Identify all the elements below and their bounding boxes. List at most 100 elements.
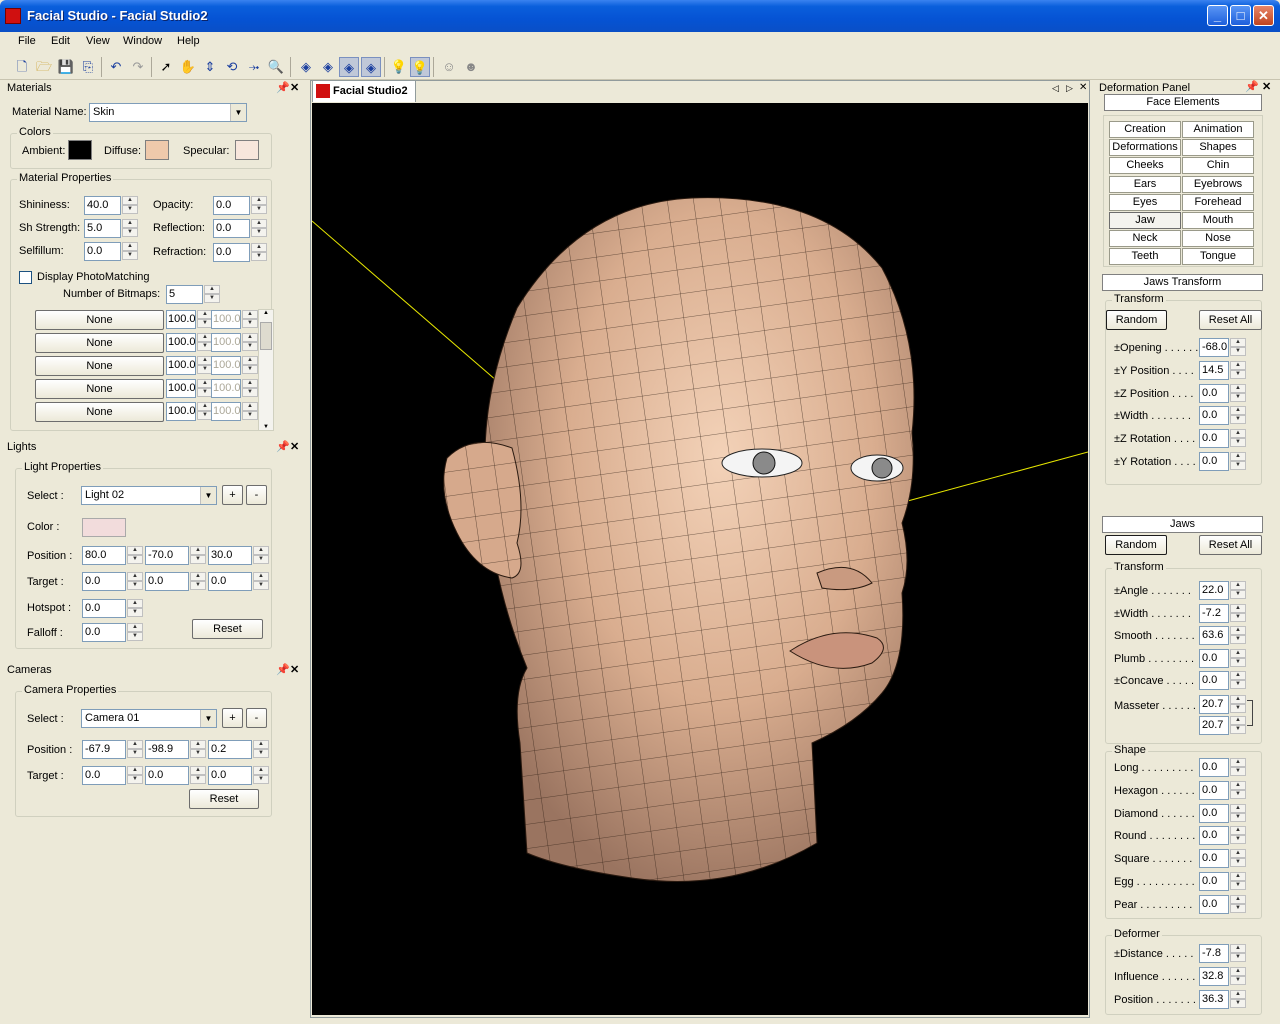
tab-facial-studio2[interactable]: Facial Studio2 <box>312 80 416 102</box>
jaws-transform-row-spinner[interactable]: ▲ ▼ <box>1230 383 1246 403</box>
bitmap-button[interactable]: None <box>35 379 164 399</box>
camera-target-z-spinner[interactable]: ▲ ▼ <box>253 766 269 785</box>
sh-strength-spinner[interactable]: ▲ ▼ <box>122 219 138 238</box>
new-file-icon[interactable]: 🗋 <box>12 57 32 77</box>
shape-row-input[interactable]: 0.0 <box>1199 803 1229 823</box>
light-position-y-spinner[interactable]: ▲ ▼ <box>190 546 206 565</box>
face-element-teeth[interactable]: Teeth <box>1109 248 1181 266</box>
add-camera-button[interactable]: + <box>222 708 243 728</box>
remove-light-button[interactable]: - <box>246 485 267 505</box>
jaws-transform-reset-all-button[interactable]: Reset All <box>1199 310 1262 330</box>
shape-row-input[interactable]: 0.0 <box>1199 894 1229 914</box>
light-position-y[interactable]: -70.0 <box>145 546 189 565</box>
falloff-spinner[interactable]: ▲ ▼ <box>127 623 143 642</box>
specular-swatch[interactable] <box>235 140 259 160</box>
bitmap-value2-input[interactable]: 100.0 <box>211 402 241 421</box>
refraction-spinner[interactable]: ▲ ▼ <box>251 243 267 262</box>
jaws-transform-row-spinner[interactable]: ▲ ▼ <box>1230 406 1246 425</box>
move-icon[interactable]: ⇕ <box>200 57 220 77</box>
selfillum-input[interactable]: 0.0 <box>84 242 121 261</box>
light-target-y[interactable]: 0.0 <box>145 572 189 591</box>
masseter-input-2[interactable]: 20.7 <box>1199 716 1229 735</box>
dolly-icon[interactable]: ⤞ <box>244 57 264 77</box>
masseter-spinner-1[interactable]: ▲ ▼ <box>1230 695 1246 714</box>
bitmap-button[interactable]: None <box>35 333 164 353</box>
shape-row-input[interactable]: 0.0 <box>1199 826 1229 846</box>
face-element-neck[interactable]: Neck <box>1109 230 1181 248</box>
select-arrow-icon[interactable]: ➚ <box>156 57 176 77</box>
face-element-cheeks[interactable]: Cheeks <box>1109 157 1181 175</box>
view-side-icon[interactable]: ◈ <box>318 57 338 77</box>
close-panel-icon[interactable]: ✕ <box>290 440 299 453</box>
remove-camera-button[interactable]: - <box>246 708 267 728</box>
bitmap-button[interactable]: None <box>35 402 164 422</box>
jaws-row-input[interactable]: 22.0 <box>1199 581 1229 600</box>
bitmap-value2-spinner[interactable]: ▲ ▼ <box>242 356 258 375</box>
deformer-row-input[interactable]: 32.8 <box>1199 967 1229 986</box>
light-target-z-spinner[interactable]: ▲ ▼ <box>253 572 269 591</box>
masseter-input-1[interactable]: 20.7 <box>1199 695 1229 714</box>
light-position-x[interactable]: 80.0 <box>82 546 126 565</box>
close-panel-icon[interactable]: ✕ <box>290 663 299 676</box>
light-target-x-spinner[interactable]: ▲ ▼ <box>127 572 143 591</box>
light-target-x[interactable]: 0.0 <box>82 572 126 591</box>
bitmap-value2-input[interactable]: 100.0 <box>211 356 241 375</box>
masseter-spinner-2[interactable]: ▲ ▼ <box>1230 716 1246 735</box>
ambient-swatch[interactable] <box>68 140 92 160</box>
jaws-transform-row-input[interactable]: 0.0 <box>1199 452 1229 471</box>
jaws-transform-row-input[interactable]: 0.0 <box>1199 429 1229 449</box>
save-all-icon[interactable]: ⎘ <box>78 57 98 77</box>
bitmap-value2-spinner[interactable]: ▲ ▼ <box>242 402 258 421</box>
shininess-input[interactable]: 40.0 <box>84 196 121 215</box>
refraction-input[interactable]: 0.0 <box>213 243 250 262</box>
view-perspective-icon[interactable]: ◈ <box>361 57 381 77</box>
jaws-random-button[interactable]: Random <box>1105 535 1167 555</box>
camera-target-y-spinner[interactable]: ▲ ▼ <box>190 766 206 785</box>
jaws-transform-row-spinner[interactable]: ▲ ▼ <box>1230 429 1246 448</box>
minimize-button[interactable]: _ <box>1207 5 1228 26</box>
jaws-row-spinner[interactable]: ▲ ▼ <box>1230 671 1246 690</box>
shape-row-spinner[interactable]: ▲ ▼ <box>1230 872 1246 891</box>
size-grip[interactable] <box>1262 1000 1278 1016</box>
light-reset-button[interactable]: Reset <box>192 619 263 639</box>
shape-row-spinner[interactable]: ▲ ▼ <box>1230 758 1246 777</box>
add-light-button[interactable]: + <box>222 485 243 505</box>
face-element-eyes[interactable]: Eyes <box>1109 193 1181 211</box>
bitmap-value2-spinner[interactable]: ▲ ▼ <box>242 310 258 329</box>
view-top-icon[interactable]: ◈ <box>339 57 359 77</box>
deformer-row-spinner[interactable]: ▲ ▼ <box>1230 944 1246 963</box>
camera-position-z-spinner[interactable]: ▲ ▼ <box>253 740 269 759</box>
camera-select[interactable]: Camera 01 ▼ <box>81 709 217 728</box>
camera-target-x-spinner[interactable]: ▲ ▼ <box>127 766 143 785</box>
jaws-row-input[interactable]: 63.6 <box>1199 626 1229 646</box>
bitmap-value-input[interactable]: 100.0 <box>166 379 196 398</box>
jaws-transform-row-spinner[interactable]: ▲ ▼ <box>1230 360 1246 380</box>
jaws-transform-row-input[interactable]: 0.0 <box>1199 406 1229 426</box>
menu-file[interactable]: File <box>18 35 36 47</box>
face-element-jaw[interactable]: Jaw <box>1109 212 1181 229</box>
shape-row-input[interactable]: 0.0 <box>1199 780 1229 800</box>
jaws-row-input[interactable]: -7.2 <box>1199 603 1229 623</box>
face-element-ears[interactable]: Ears <box>1109 175 1181 193</box>
num-bitmaps-spinner[interactable]: ▲ ▼ <box>204 285 220 304</box>
opacity-spinner[interactable]: ▲ ▼ <box>251 196 267 215</box>
close-panel-icon[interactable]: ✕ <box>1262 80 1271 93</box>
zoom-icon[interactable]: 🔍 <box>266 57 286 77</box>
jaws-reset-all-button[interactable]: Reset All <box>1199 535 1262 555</box>
tab-scroll-left-icon[interactable]: ◁ <box>1052 83 1059 94</box>
shape-row-input[interactable]: 0.0 <box>1199 758 1229 777</box>
bitmap-value-input[interactable]: 100.0 <box>166 310 196 329</box>
maximize-button[interactable]: □ <box>1230 5 1251 26</box>
jaws-transform-row-input[interactable]: 14.5 <box>1199 360 1229 380</box>
camera-position-y-spinner[interactable]: ▲ ▼ <box>190 740 206 759</box>
close-panel-icon[interactable]: ✕ <box>290 81 299 94</box>
jaws-row-spinner[interactable]: ▲ ▼ <box>1230 581 1246 600</box>
redo-icon[interactable]: ↷ <box>128 57 148 77</box>
sh-strength-input[interactable]: 5.0 <box>84 219 121 238</box>
bitmap-button[interactable]: None <box>35 310 164 330</box>
jaws-transform-row-input[interactable]: 0.0 <box>1199 383 1229 403</box>
light-bulb-icon[interactable]: 💡 <box>389 57 409 77</box>
open-folder-icon[interactable]: 🗁 <box>34 57 54 77</box>
light-position-z[interactable]: 30.0 <box>208 546 252 565</box>
close-button[interactable]: ✕ <box>1253 5 1274 26</box>
